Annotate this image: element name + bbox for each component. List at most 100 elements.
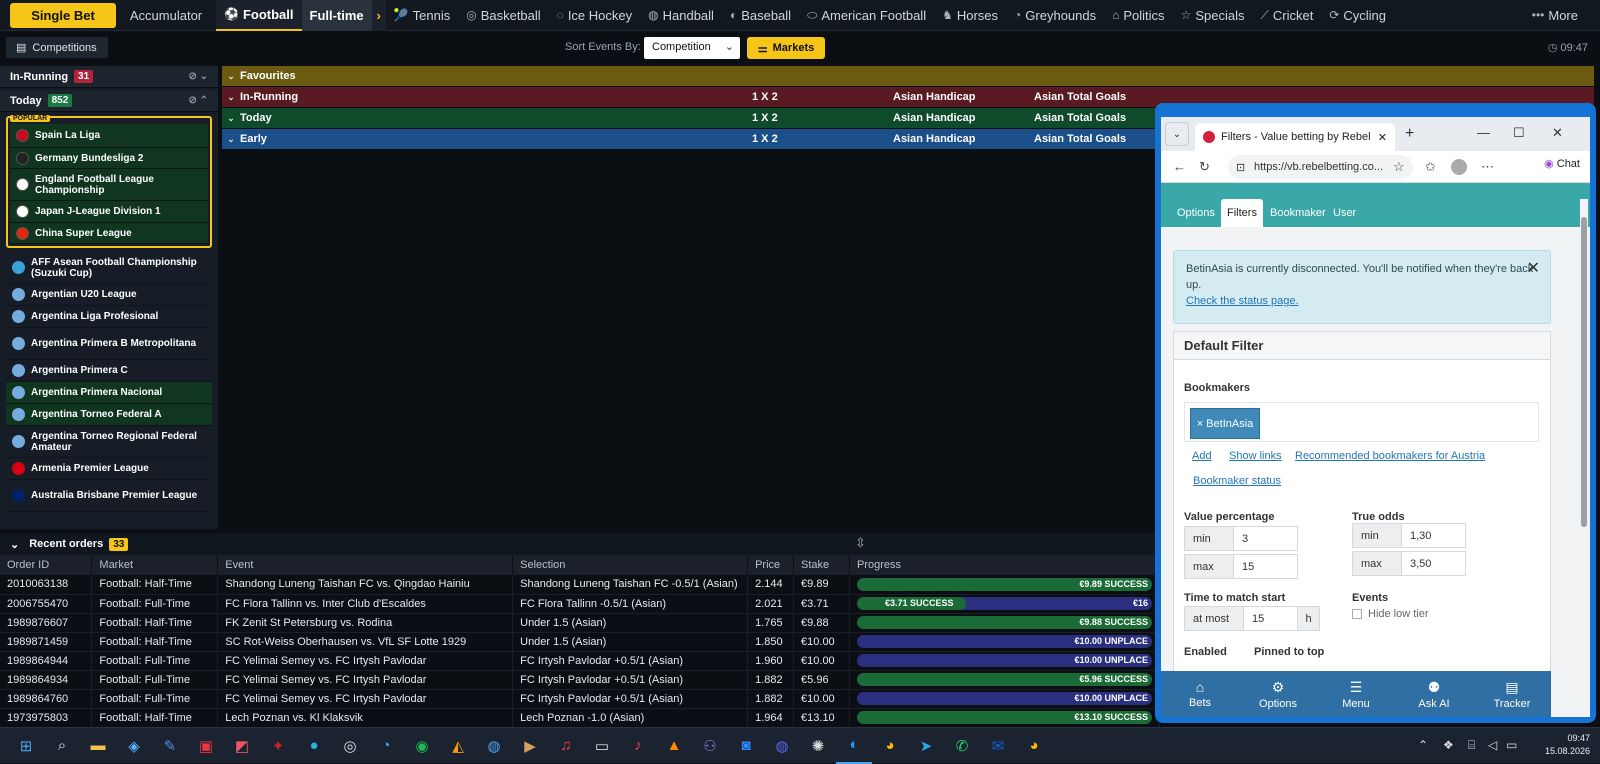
competitions-button[interactable]: ▤ Competitions xyxy=(6,37,108,58)
favorite-star-icon[interactable]: ☆ xyxy=(1393,159,1405,175)
league-item[interactable]: AFF Asean Football Championship (Suzuki … xyxy=(6,252,212,284)
tab-user[interactable]: User xyxy=(1327,199,1362,227)
sport-tab-tennis[interactable]: 🎾 Tennis xyxy=(386,0,459,31)
close-window-icon[interactable]: ✕ xyxy=(1552,125,1563,141)
network-icon[interactable]: ⌸ xyxy=(1468,738,1475,753)
hide-low-tier-checkbox[interactable]: Hide low tier xyxy=(1352,608,1429,620)
league-item[interactable]: Argentina Primera C xyxy=(6,360,212,382)
file-explorer-icon[interactable]: ▬ xyxy=(80,728,116,764)
q-app-icon[interactable]: ◔ xyxy=(368,728,404,764)
new-tab-button[interactable]: + xyxy=(1405,125,1414,143)
nav-tracker[interactable]: ▤ Tracker xyxy=(1473,671,1551,717)
battery-icon[interactable]: ▭ xyxy=(1506,738,1517,752)
zoom-icon[interactable]: ◙ xyxy=(728,728,764,764)
recent-orders-header[interactable]: ⌄ Recent orders 33 xyxy=(0,533,1160,555)
league-item[interactable]: Armenia Premier League xyxy=(6,458,212,480)
time-value[interactable]: 15 xyxy=(1244,606,1298,631)
column-header[interactable]: Selection xyxy=(512,555,749,575)
tab-list-button[interactable]: ⌄ xyxy=(1165,122,1189,146)
chrome-profile-icon[interactable]: ◕ xyxy=(1016,728,1052,764)
popular-league-item[interactable]: England Football League Championship xyxy=(10,169,208,201)
spotify-icon[interactable]: ◉ xyxy=(404,728,440,764)
search-icon[interactable]: ⌕ xyxy=(44,728,80,764)
value-max-field[interactable]: max 15 xyxy=(1184,554,1298,579)
collapse-controls[interactable]: ⊘ ⌄ xyxy=(188,71,208,82)
popular-league-item[interactable]: Japan J-League Division 1 xyxy=(10,201,208,223)
sport-tab-specials[interactable]: ☆ Specials xyxy=(1173,0,1253,31)
dropbox-icon[interactable]: ❖ xyxy=(1443,738,1454,752)
today-section[interactable]: Today 852 ⊘ ⌃ xyxy=(0,90,218,112)
pdf-icon[interactable]: ▣ xyxy=(188,728,224,764)
browser-tab[interactable]: Filters - Value betting by RebelBetti ✕ xyxy=(1195,123,1395,151)
in-running-section[interactable]: In-Running 31 ⊘ ⌄ xyxy=(0,66,218,88)
time-field[interactable]: at most 15 h xyxy=(1184,606,1320,631)
column-header[interactable]: Event xyxy=(217,555,514,575)
value-min-field[interactable]: min 3 xyxy=(1184,526,1298,551)
table-row[interactable]: 1989876607 Football: Half-Time FK Zenit St… xyxy=(0,613,1161,633)
sport-tab-greyhounds[interactable]: ◔ Greyhounds xyxy=(1006,0,1104,31)
league-item[interactable]: Argentina Liga Profesional xyxy=(6,306,212,328)
chrome-icon[interactable]: ◕ xyxy=(872,728,908,764)
table-row[interactable]: 1989871459 Football: Half-Time SC Rot-Weis… xyxy=(0,632,1161,652)
vpn-icon[interactable]: ◭ xyxy=(440,728,476,764)
table-row[interactable]: 1973975803 Football: Half-Time Lech Poznan… xyxy=(0,708,1161,728)
min-value[interactable]: 1,30 xyxy=(1402,523,1466,548)
sport-tab-baseball[interactable]: ◐ Baseball xyxy=(722,0,799,31)
checkbox-box[interactable] xyxy=(1352,609,1362,619)
teams-icon[interactable]: ⚇ xyxy=(692,728,728,764)
sport-tab-football[interactable]: ⚽ Football xyxy=(216,0,302,31)
refresh-icon[interactable]: ↻ xyxy=(1199,159,1210,175)
music-icon[interactable]: ♫ xyxy=(548,728,584,764)
close-icon[interactable]: ✕ xyxy=(1527,261,1540,277)
sport-tab-cricket[interactable]: ⟋ Cricket xyxy=(1252,0,1321,31)
markets-button[interactable]: ⚌ Markets xyxy=(747,37,825,59)
tab-bookmaker[interactable]: Bookmaker xyxy=(1264,199,1332,227)
maximize-icon[interactable]: ☐ xyxy=(1513,125,1525,141)
nav-menu[interactable]: ☰ Menu xyxy=(1317,671,1395,717)
popular-league-item[interactable]: China Super League xyxy=(10,223,208,244)
globe-icon[interactable]: ◍ xyxy=(476,728,512,764)
profile-avatar[interactable] xyxy=(1451,159,1467,175)
volume-icon[interactable]: ◁ xyxy=(1488,738,1497,752)
max-value[interactable]: 3,50 xyxy=(1402,551,1466,576)
league-item[interactable]: Argentina Primera Nacional xyxy=(6,382,212,404)
show-links-link[interactable]: Show links xyxy=(1229,450,1282,462)
sort-select[interactable]: Competition ⌄ xyxy=(644,37,740,59)
sport-tab-cycling[interactable]: ⟳ Cycling xyxy=(1321,0,1394,31)
shield-icon[interactable]: ◈ xyxy=(116,728,152,764)
close-tab-icon[interactable]: ✕ xyxy=(1378,131,1387,144)
bookmakers-select[interactable]: × BetInAsia xyxy=(1184,402,1539,442)
apple-music-icon[interactable]: ♪ xyxy=(620,728,656,764)
table-row[interactable]: 1989864944 Football: Full-Time FC Yelimai … xyxy=(0,651,1161,671)
column-header[interactable]: Market xyxy=(91,555,219,575)
popular-league-item[interactable]: Germany Bundesliga 2 xyxy=(10,148,208,169)
sport-tab-politics[interactable]: ⌂ Politics xyxy=(1104,0,1172,31)
bookmaker-status-link[interactable]: Bookmaker status xyxy=(1193,475,1281,487)
minimize-icon[interactable]: — xyxy=(1477,125,1490,140)
odds-min-field[interactable]: min 1,30 xyxy=(1352,523,1466,548)
scrollbar[interactable] xyxy=(1580,199,1588,711)
apple-tv-icon[interactable]: ▭ xyxy=(584,728,620,764)
league-item[interactable]: Argentina Torneo Regional Federal Amateu… xyxy=(6,426,212,458)
table-row[interactable]: 1989864934 Football: Full-Time FC Yelimai … xyxy=(0,670,1161,690)
sport-tab-handball[interactable]: ◍ Handball xyxy=(640,0,722,31)
table-row[interactable]: 1989864760 Football: Full-Time FC Yelimai … xyxy=(0,689,1161,709)
notepad-icon[interactable]: ✎ xyxy=(152,728,188,764)
odds-max-field[interactable]: max 3,50 xyxy=(1352,551,1466,576)
column-header[interactable]: Progress xyxy=(849,555,1161,575)
start-icon[interactable]: ⊞ xyxy=(8,728,44,764)
nav-ask-ai[interactable]: ⚉ Ask AI xyxy=(1395,671,1473,717)
url-field[interactable]: ⊡ https://vb.rebelbetting.co... xyxy=(1228,155,1413,179)
sport-tab-american-football[interactable]: ⬭ American Football xyxy=(799,0,934,31)
popular-league-item[interactable]: Spain La Liga xyxy=(10,124,208,148)
nav-options[interactable]: ⚙ Options xyxy=(1239,671,1317,717)
system-clock[interactable]: 09:47 15.08.2026 xyxy=(1545,732,1590,758)
column-header[interactable]: Order ID xyxy=(0,555,93,575)
column-header[interactable]: Stake xyxy=(793,555,850,575)
sport-tab-horses[interactable]: ♞ Horses xyxy=(934,0,1006,31)
app-icon[interactable]: ◩ xyxy=(224,728,260,764)
max-value[interactable]: 15 xyxy=(1234,554,1298,579)
chat-app-icon[interactable]: ◍ xyxy=(764,728,800,764)
table-row[interactable]: 2010063138 Football: Half-Time Shandong Lu… xyxy=(0,575,1161,595)
collapse-controls[interactable]: ⊘ ⌃ xyxy=(188,95,208,106)
